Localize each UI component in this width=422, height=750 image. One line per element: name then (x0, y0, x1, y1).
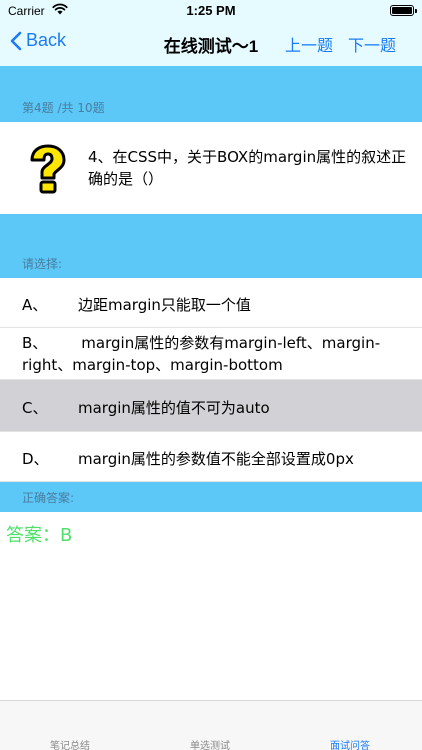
answer-header: 正确答案: (22, 491, 75, 505)
option-letter: D、 (22, 450, 49, 468)
progress-band: 第4题 /共 10题 (0, 66, 422, 122)
question-text: 4、在CSS中，关于BOX的margin属性的叙述正确的是（） (88, 148, 407, 188)
option-b-content: B、 margin属性的参数有margin-left、margin-right、m… (22, 332, 412, 376)
previous-question-button[interactable]: 上一题 (285, 32, 333, 56)
tab-bar: 笔记总结 单选测试 面试问答 (0, 700, 422, 750)
option-text: 边距margin只能取一个值 (78, 296, 251, 314)
option-text: margin属性的参数值不能全部设置成0px (78, 450, 354, 468)
option-c[interactable]: C、 margin属性的值不可为auto (0, 380, 422, 432)
options-band: 请选择: (0, 214, 422, 278)
battery-icon (390, 5, 417, 16)
option-b[interactable]: B、 margin属性的参数有margin-left、margin-right、m… (0, 328, 422, 380)
status-bar: Carrier 1:25 PM (0, 0, 422, 22)
option-letter: C、 (22, 399, 48, 417)
option-text: margin属性的参数有margin-left、margin-right、mar… (22, 334, 381, 374)
option-text: margin属性的值不可为auto (78, 399, 270, 417)
tab-single-choice[interactable]: 单选测试 (190, 737, 230, 750)
tab-notes[interactable]: 笔记总结 (50, 737, 90, 750)
answer-band: 正确答案: (0, 482, 422, 512)
options-header: 请选择: (22, 257, 63, 271)
option-letter: B、 (22, 334, 48, 352)
option-letter: A、 (22, 296, 48, 314)
question-mark-icon (30, 144, 66, 194)
option-a[interactable]: A、 边距margin只能取一个值 (0, 278, 422, 328)
tab-interview[interactable]: 面试问答 (330, 737, 370, 750)
question-progress: 第4题 /共 10题 (22, 101, 105, 115)
navigation-bar: Back 在线测试～1 上一题 下一题 (0, 22, 422, 66)
status-time: 1:25 PM (186, 3, 236, 18)
correct-answer: 答案：B (6, 525, 73, 546)
next-question-button[interactable]: 下一题 (348, 32, 396, 56)
option-d[interactable]: D、 margin属性的参数值不能全部设置成0px (0, 432, 422, 482)
question-card: 4、在CSS中，关于BOX的margin属性的叙述正确的是（） (0, 122, 422, 214)
